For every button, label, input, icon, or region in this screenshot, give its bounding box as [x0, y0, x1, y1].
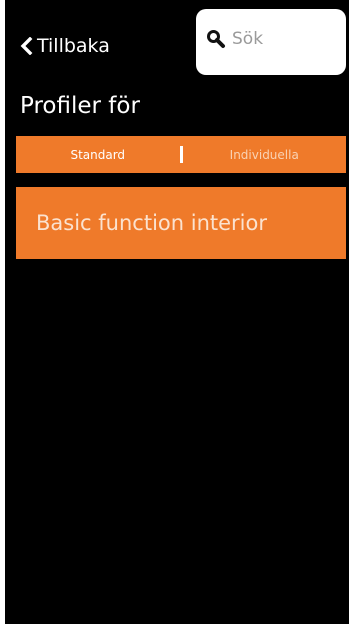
tab-standard[interactable]: Standard	[16, 136, 180, 173]
tab-individuella[interactable]: Individuella	[183, 136, 347, 173]
header: Tillbaka	[5, 0, 349, 90]
back-label: Tillbaka	[37, 35, 110, 57]
chevron-left-icon	[19, 36, 33, 56]
search-input[interactable]	[232, 28, 332, 50]
profile-type-tabs: Standard Individuella	[16, 136, 346, 173]
app-screen: Tillbaka Profiler för Standard Individue…	[5, 0, 349, 624]
page-title: Profiler för	[20, 93, 140, 119]
search-icon	[206, 29, 226, 49]
search-box[interactable]	[196, 9, 346, 75]
back-button[interactable]: Tillbaka	[19, 33, 110, 59]
profile-list: Basic function interior	[16, 187, 346, 259]
profile-item-basic-function-interior[interactable]: Basic function interior	[16, 187, 346, 259]
